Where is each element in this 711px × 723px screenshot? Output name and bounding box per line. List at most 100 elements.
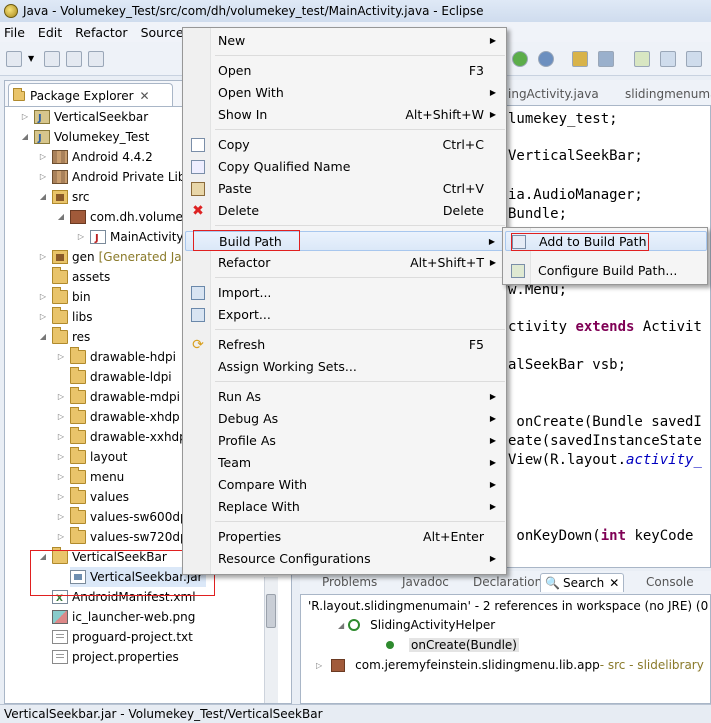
- menu-source[interactable]: Source: [141, 25, 184, 40]
- expand-arrow-icon[interactable]: ▷: [38, 307, 48, 327]
- search-result-item[interactable]: ▷ com.jeremyfeinstein.slidingmenu.lib.ap…: [316, 658, 704, 672]
- menu-item-refresh[interactable]: ⟳ Refresh F5: [185, 335, 504, 355]
- search-result-item[interactable]: ◢ SlidingActivityHelper: [338, 618, 495, 632]
- expand-arrow-icon[interactable]: ▷: [56, 487, 66, 507]
- tree-item[interactable]: ▷ drawable-hdpi: [56, 347, 176, 367]
- expand-arrow-icon[interactable]: ▷: [56, 427, 66, 447]
- tree-item[interactable]: ▷ gen [Generated Ja: [38, 247, 182, 267]
- next-annotation-icon[interactable]: [660, 51, 676, 67]
- save-all-icon[interactable]: [66, 51, 82, 67]
- tree-item[interactable]: ▷ menu: [56, 467, 124, 487]
- tab-console[interactable]: Console: [646, 575, 694, 589]
- tree-item[interactable]: project.properties: [52, 647, 179, 667]
- package-explorer-icon: [13, 87, 25, 101]
- menu-item-import[interactable]: Import...: [185, 283, 504, 303]
- tab-package-explorer[interactable]: Package Explorer ✕: [8, 83, 173, 107]
- menu-item-team[interactable]: Team ▶: [185, 453, 504, 473]
- menu-item-profile-as[interactable]: Profile As ▶: [185, 431, 504, 451]
- tree-item[interactable]: ▷ libs: [38, 307, 93, 327]
- menu-item-open-with[interactable]: Open With ▶: [185, 83, 504, 103]
- editor-tab[interactable]: slidingmenumai: [609, 87, 711, 101]
- menu-item-paste[interactable]: Paste Ctrl+V: [185, 179, 504, 199]
- menu-item-copy-qualified-name[interactable]: Copy Qualified Name: [185, 157, 504, 177]
- annotation-icon[interactable]: [634, 51, 650, 67]
- run-icon[interactable]: [512, 51, 528, 67]
- expand-arrow-icon[interactable]: ▷: [38, 147, 48, 167]
- menu-item-configure-build-path[interactable]: Configure Build Path...: [505, 261, 707, 281]
- tree-item[interactable]: ◢ src: [38, 187, 90, 207]
- expand-arrow-icon[interactable]: ▷: [316, 661, 322, 670]
- menu-item-new[interactable]: New ▶: [185, 31, 504, 51]
- tree-item[interactable]: ◢ res: [38, 327, 90, 347]
- menu-item-show-in[interactable]: Show In Alt+Shift+W ▶: [185, 105, 504, 125]
- expand-arrow-icon[interactable]: ▷: [56, 347, 66, 367]
- tree-item[interactable]: drawable-ldpi: [70, 367, 172, 387]
- expand-arrow-icon[interactable]: ▷: [56, 507, 66, 527]
- tab-search[interactable]: 🔍 Search ✕: [540, 573, 625, 592]
- tree-item[interactable]: ▷ bin: [38, 287, 91, 307]
- tab-declaration[interactable]: Declaration: [473, 575, 542, 589]
- tree-item[interactable]: ◢ com.dh.volume: [56, 207, 183, 227]
- expand-arrow-icon[interactable]: ▷: [38, 287, 48, 307]
- tree-item[interactable]: ▷ values-sw720dp: [56, 527, 188, 547]
- tree-item[interactable]: ▷ values: [56, 487, 129, 507]
- close-icon[interactable]: ✕: [140, 89, 150, 103]
- expand-arrow-icon[interactable]: ▷: [56, 387, 66, 407]
- tree-item[interactable]: ▷ VerticalSeekbar: [20, 107, 148, 129]
- tree-item[interactable]: ◢ Volumekey_Test: [20, 127, 149, 149]
- search-result-item[interactable]: onCreate(Bundle): [386, 638, 519, 652]
- menu-refactor[interactable]: Refactor: [75, 25, 127, 40]
- collapse-arrow-icon[interactable]: ◢: [38, 187, 48, 207]
- expand-arrow-icon[interactable]: ▷: [76, 227, 86, 247]
- save-icon[interactable]: [44, 51, 60, 67]
- tree-item[interactable]: ▷ values-sw600dp: [56, 507, 188, 527]
- menu-item-resource-configurations[interactable]: Resource Configurations ▶: [185, 549, 504, 569]
- tree-item[interactable]: ic_launcher-web.png: [52, 607, 195, 627]
- menu-item-copy[interactable]: Copy Ctrl+C: [185, 135, 504, 155]
- collapse-arrow-icon[interactable]: ◢: [38, 327, 48, 347]
- menu-item-properties[interactable]: Properties Alt+Enter: [185, 527, 504, 547]
- expand-arrow-icon[interactable]: ▷: [56, 527, 66, 547]
- collapse-arrow-icon[interactable]: ◢: [338, 621, 344, 630]
- search-tool-icon[interactable]: [598, 51, 614, 67]
- expand-arrow-icon[interactable]: ▷: [56, 467, 66, 487]
- menu-file[interactable]: File: [4, 25, 25, 40]
- menu-item-export[interactable]: Export...: [185, 305, 504, 325]
- new-icon[interactable]: [6, 51, 22, 67]
- tree-item[interactable]: ▷ Android Private Lib: [38, 167, 186, 187]
- expand-arrow-icon[interactable]: ▷: [20, 107, 30, 127]
- expand-arrow-icon[interactable]: ▷: [38, 167, 48, 187]
- menu-item-run-as[interactable]: Run As ▶: [185, 387, 504, 407]
- tree-item[interactable]: ▷ Android 4.4.2: [38, 147, 153, 167]
- close-icon[interactable]: ✕: [609, 576, 619, 590]
- editor-tab[interactable]: ingActivity.java: [508, 87, 599, 101]
- menu-item-assign-working-sets[interactable]: Assign Working Sets...: [185, 357, 504, 377]
- print-icon[interactable]: [88, 51, 104, 67]
- menu-item-compare-with[interactable]: Compare With ▶: [185, 475, 504, 495]
- menu-item-refactor[interactable]: Refactor Alt+Shift+T ▶: [185, 253, 504, 273]
- tree-scrollbar-thumb[interactable]: [266, 594, 276, 628]
- tree-item[interactable]: ▷ drawable-mdpi: [56, 387, 180, 407]
- menu-item-debug-as[interactable]: Debug As ▶: [185, 409, 504, 429]
- back-icon[interactable]: [686, 51, 702, 67]
- debug-icon[interactable]: [538, 51, 554, 67]
- menu-edit[interactable]: Edit: [38, 25, 62, 40]
- tree-item[interactable]: ▷ drawable-xxhdp: [56, 427, 187, 447]
- tree-item[interactable]: proguard-project.txt: [52, 627, 193, 647]
- new-dropdown-icon[interactable]: ▼: [28, 54, 36, 70]
- expand-arrow-icon[interactable]: ▷: [38, 247, 48, 267]
- tree-item[interactable]: ▷ MainActivity: [76, 227, 184, 249]
- tree-item[interactable]: ▷ drawable-xhdp: [56, 407, 180, 427]
- open-folder-icon[interactable]: [572, 51, 588, 67]
- menu-item-delete[interactable]: ✖ Delete Delete: [185, 201, 504, 221]
- expand-arrow-icon[interactable]: ▷: [56, 407, 66, 427]
- expand-arrow-icon[interactable]: ▷: [56, 447, 66, 467]
- tree-item[interactable]: assets: [52, 267, 110, 287]
- collapse-arrow-icon[interactable]: ◢: [56, 207, 66, 227]
- menu-item-open[interactable]: Open F3: [185, 61, 504, 81]
- tab-problems[interactable]: Problems: [322, 575, 377, 589]
- collapse-arrow-icon[interactable]: ◢: [20, 127, 30, 147]
- tab-javadoc[interactable]: Javadoc: [402, 575, 449, 589]
- tree-item[interactable]: ▷ layout: [56, 447, 127, 467]
- menu-item-replace-with[interactable]: Replace With ▶: [185, 497, 504, 517]
